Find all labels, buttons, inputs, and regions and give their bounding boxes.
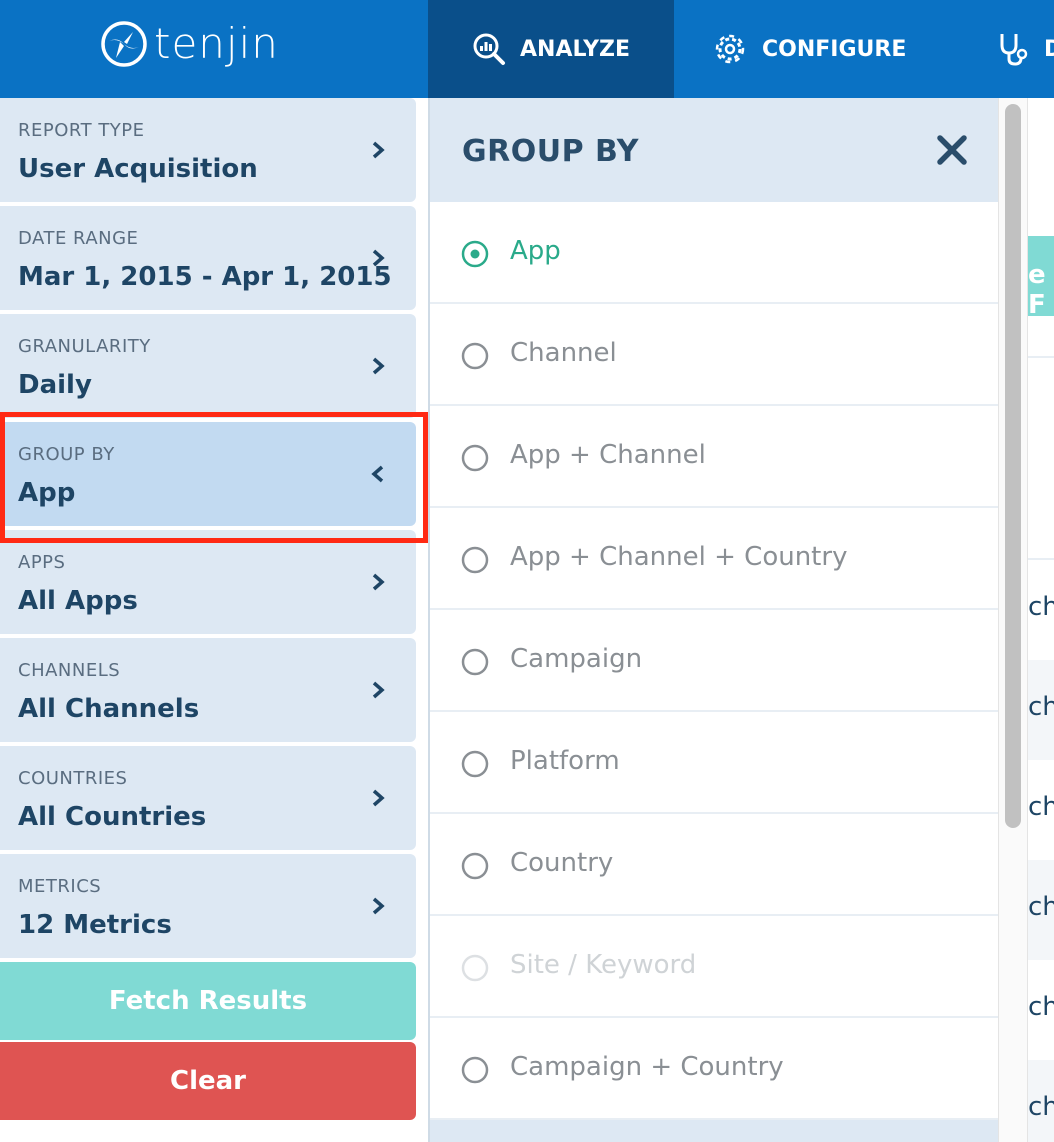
- group-option-campaign[interactable]: Campaign: [430, 610, 998, 712]
- group-option-label: App + Channel + Country: [510, 542, 848, 572]
- group-option-channel[interactable]: Channel: [430, 304, 998, 406]
- tab-partial[interactable]: D: [996, 0, 1054, 98]
- tenjin-logo[interactable]: tenjin: [100, 14, 279, 74]
- group-option-label: Site / Keyword: [510, 950, 697, 980]
- panel-header: GROUP BY: [430, 98, 998, 202]
- panel-scrollbar[interactable]: [998, 98, 1028, 1142]
- sidebar-item-value: Mar 1, 2015 - Apr 1, 2015: [18, 262, 392, 292]
- sidebar-item-channels[interactable]: CHANNELS All Channels: [0, 638, 416, 742]
- chevron-right-icon: [372, 789, 385, 807]
- background-button[interactable]: e F: [1028, 236, 1054, 320]
- panel-title: GROUP BY: [462, 134, 639, 169]
- radio-unchecked-icon: [461, 546, 489, 574]
- group-option-label: Campaign: [510, 644, 643, 674]
- group-option-label: Platform: [510, 746, 620, 776]
- chevron-right-icon: [372, 249, 385, 267]
- group-option-label: Channel: [510, 338, 617, 368]
- tenjin-logo-icon: [101, 21, 147, 67]
- radio-unchecked-icon: [461, 1056, 489, 1084]
- radio-disabled-icon: [461, 954, 489, 982]
- group-option-platform[interactable]: Platform: [430, 712, 998, 814]
- sidebar-item-metrics[interactable]: METRICS 12 Metrics: [0, 854, 416, 958]
- tab-configure-label: CONFIGURE: [762, 36, 907, 62]
- sidebar-item-countries[interactable]: COUNTRIES All Countries: [0, 746, 416, 850]
- sidebar-item-value: All Channels: [18, 694, 200, 724]
- sidebar-item-report-type[interactable]: REPORT TYPE User Acquisition: [0, 98, 416, 202]
- sidebar-item-label: APPS: [18, 552, 66, 573]
- radio-unchecked-icon: [461, 648, 489, 676]
- chevron-right-icon: [372, 897, 385, 915]
- sidebar-item-date-range[interactable]: DATE RANGE Mar 1, 2015 - Apr 1, 2015: [0, 206, 416, 310]
- sidebar-item-value: All Apps: [18, 586, 138, 616]
- chevron-right-icon: [372, 357, 385, 375]
- stethoscope-icon: [1000, 34, 1028, 66]
- background-row: ch: [1028, 860, 1054, 960]
- background-row: ch: [1028, 992, 1054, 1022]
- background-row: ch: [1028, 660, 1054, 760]
- gear-icon: [715, 34, 745, 64]
- sidebar-item-label: DATE RANGE: [18, 228, 139, 249]
- sidebar-item-label: GRANULARITY: [18, 336, 151, 357]
- group-option-label: Country: [510, 848, 614, 878]
- group-option-app[interactable]: App: [430, 202, 998, 304]
- group-option-site-keyword: Site / Keyword: [430, 916, 998, 1018]
- group-option-label: App + Channel: [510, 440, 706, 470]
- group-by-highlight-box: [0, 412, 428, 543]
- sidebar-item-value: 12 Metrics: [18, 910, 172, 940]
- brand-name: tenjin: [154, 19, 279, 68]
- group-option-app-channel-country[interactable]: App + Channel + Country: [430, 508, 998, 610]
- group-option-app-channel[interactable]: App + Channel: [430, 406, 998, 508]
- background-divider: [1028, 356, 1054, 358]
- group-by-panel: GROUP BY App Channel App + Channel App +…: [428, 98, 998, 1142]
- group-option-label: App: [510, 236, 561, 266]
- background-row: ch: [1028, 1060, 1054, 1142]
- sidebar-item-value: Daily: [18, 370, 92, 400]
- radio-unchecked-icon: [461, 852, 489, 880]
- close-icon[interactable]: [936, 134, 968, 166]
- radio-unchecked-icon: [461, 342, 489, 370]
- tab-analyze[interactable]: ANALYZE: [428, 0, 674, 98]
- group-option-campaign-country[interactable]: Campaign + Country: [430, 1018, 998, 1120]
- group-option-label: Campaign + Country: [510, 1052, 784, 1082]
- radio-checked-icon: [461, 240, 489, 268]
- background-row: ch: [1028, 592, 1054, 622]
- tab-configure[interactable]: CONFIGURE: [712, 0, 906, 98]
- tab-analyze-label: ANALYZE: [520, 36, 630, 62]
- top-navigation-bar: tenjin ANALYZE CONFIGURE D: [0, 0, 1054, 98]
- tab-partial-label: D: [1044, 36, 1054, 62]
- sidebar-item-label: REPORT TYPE: [18, 120, 145, 141]
- chevron-right-icon: [372, 681, 385, 699]
- background-report-area: e F ch ch ch ch ch ch: [1028, 98, 1054, 1142]
- radio-unchecked-icon: [461, 750, 489, 778]
- sidebar-item-value: User Acquisition: [18, 154, 258, 184]
- sidebar-item-label: COUNTRIES: [18, 768, 128, 789]
- sidebar-item-label: METRICS: [18, 876, 102, 897]
- sidebar-item-apps[interactable]: APPS All Apps: [0, 530, 416, 634]
- analyze-magnifier-icon: [473, 33, 506, 65]
- sidebar-item-label: CHANNELS: [18, 660, 121, 681]
- scrollbar-thumb[interactable]: [1005, 104, 1021, 828]
- chevron-right-icon: [372, 573, 385, 591]
- radio-unchecked-icon: [461, 444, 489, 472]
- panel-footer: [430, 1120, 998, 1142]
- fetch-results-button[interactable]: Fetch Results: [0, 962, 416, 1040]
- sidebar-item-granularity[interactable]: GRANULARITY Daily: [0, 314, 416, 418]
- group-option-country[interactable]: Country: [430, 814, 998, 916]
- clear-button[interactable]: Clear: [0, 1042, 416, 1120]
- sidebar-item-value: All Countries: [18, 802, 207, 832]
- chevron-right-icon: [372, 141, 385, 159]
- background-row: ch: [1028, 792, 1054, 822]
